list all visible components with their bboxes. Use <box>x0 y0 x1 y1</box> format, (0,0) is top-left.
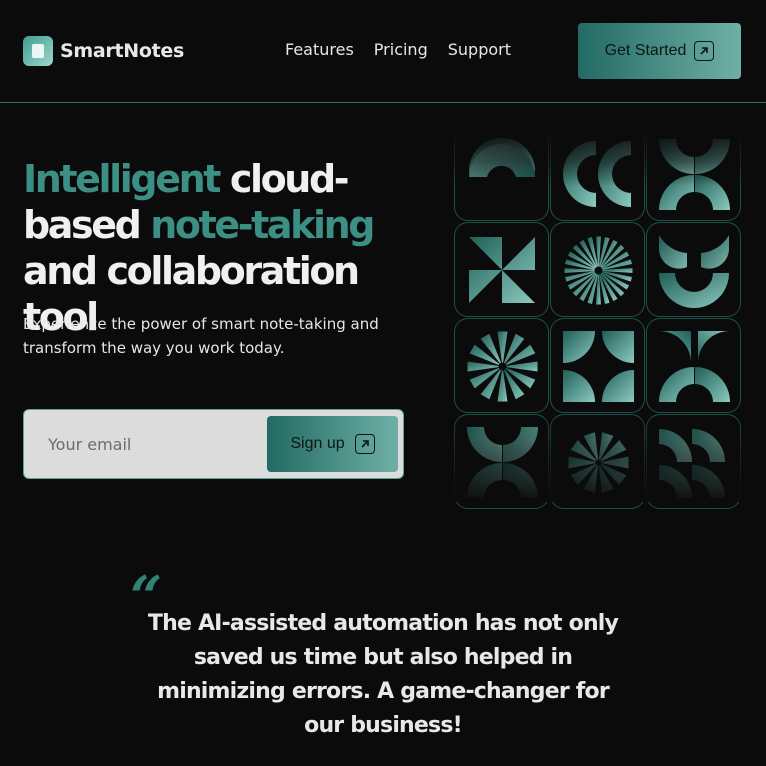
bowtie-arcs-icon <box>646 318 741 413</box>
pinwheel-icon <box>454 222 549 317</box>
main-nav: Features Pricing Support <box>285 40 511 59</box>
sunburst-icon <box>550 222 645 317</box>
flower-icon <box>550 414 645 509</box>
brand-logo[interactable]: SmartNotes <box>23 36 184 66</box>
arch-halves-icon <box>454 126 549 221</box>
hero-title-accent-2: note-taking <box>150 203 375 247</box>
note-icon <box>23 36 53 66</box>
email-field[interactable] <box>25 411 265 477</box>
brackets-icon <box>550 126 645 221</box>
signup-form: Sign up <box>23 409 404 479</box>
hero-title-accent-1: Intelligent <box>23 157 221 201</box>
nav-features[interactable]: Features <box>285 40 354 59</box>
get-started-button[interactable]: Get Started <box>578 23 741 79</box>
nav-pricing[interactable]: Pricing <box>374 40 428 59</box>
arrow-up-right-icon <box>354 434 375 454</box>
nav-support[interactable]: Support <box>448 40 511 59</box>
smile-arc-icon <box>646 222 741 317</box>
testimonial-quote: The AI-assisted automation has not only … <box>147 611 619 738</box>
site-header: SmartNotes Features Pricing Support Get … <box>0 0 766 103</box>
hero-subtitle: Experience the power of smart note-takin… <box>23 315 379 357</box>
starburst-icon <box>454 318 549 413</box>
brackets-icon <box>646 414 741 509</box>
arrow-up-right-icon <box>694 41 715 61</box>
get-started-label: Get Started <box>604 42 687 59</box>
brand-name: SmartNotes <box>60 40 184 62</box>
crescents-icon <box>646 126 741 221</box>
sign-up-label: Sign up <box>290 435 345 452</box>
quarter-circles-icon <box>550 318 645 413</box>
sign-up-button[interactable]: Sign up <box>267 416 398 472</box>
bowtie-arcs-icon <box>454 414 549 509</box>
decorative-icon-grid <box>454 126 742 509</box>
